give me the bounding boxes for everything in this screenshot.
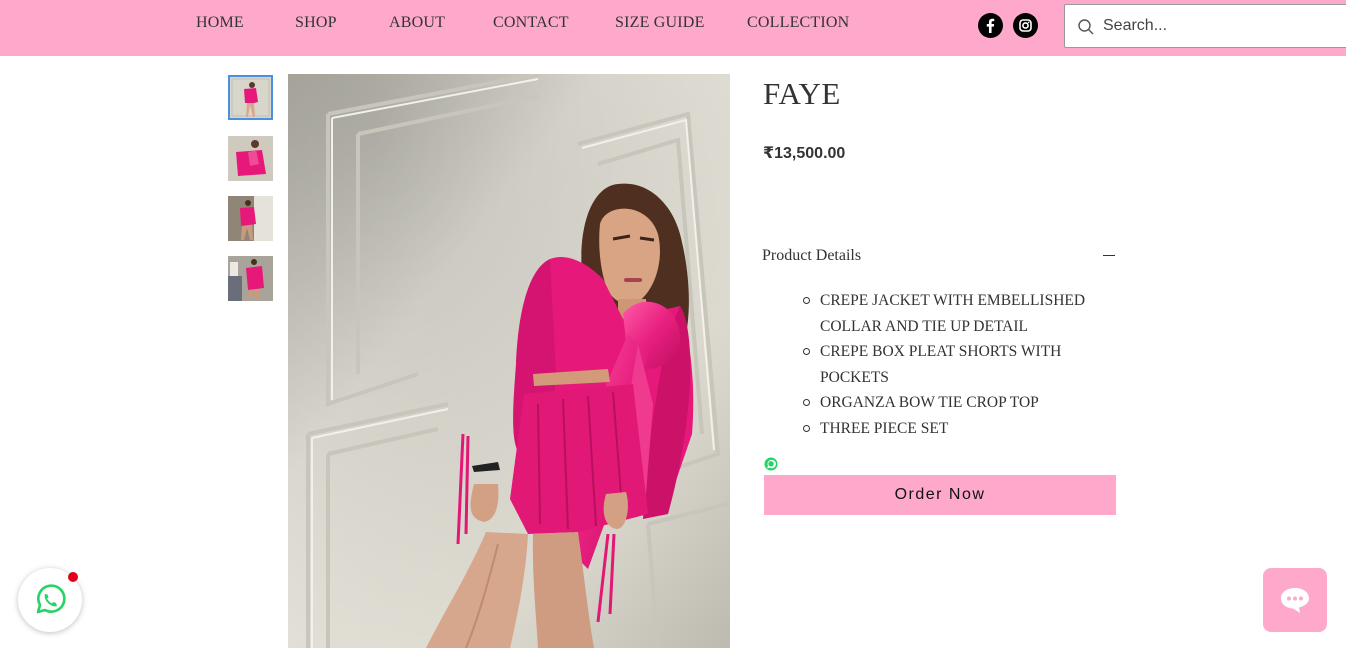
list-item: CREPE JACKET WITH EMBELLISHED COLLAR AND… — [803, 288, 1123, 339]
whatsapp-icon — [36, 584, 66, 614]
nav-about[interactable]: ABOUT — [389, 14, 445, 32]
whatsapp-share-icon[interactable] — [764, 457, 778, 471]
gallery-thumbnail-2[interactable] — [228, 136, 273, 181]
gallery-thumbnail-1[interactable] — [228, 75, 273, 120]
product-details-list: CREPE JACKET WITH EMBELLISHED COLLAR AND… — [803, 288, 1123, 441]
order-now-button[interactable]: Order Now — [764, 475, 1116, 515]
collapse-minus-icon[interactable] — [1103, 255, 1115, 256]
nav-contact[interactable]: CONTACT — [493, 14, 569, 32]
search-icon — [1078, 19, 1094, 35]
list-item: CREPE BOX PLEAT SHORTS WITH POCKETS — [803, 339, 1123, 390]
product-title: FAYE — [763, 76, 841, 111]
site-header: HOME SHOP ABOUT CONTACT SIZE GUIDE COLLE… — [0, 0, 1346, 56]
nav-shop[interactable]: SHOP — [295, 14, 337, 32]
gallery-thumbnail-4[interactable] — [228, 256, 273, 301]
chat-bubble-icon — [1281, 588, 1309, 613]
nav-size-guide[interactable]: SIZE GUIDE — [615, 14, 705, 32]
nav-collection[interactable]: COLLECTION — [747, 14, 849, 32]
chat-widget-button[interactable] — [1263, 568, 1327, 632]
notification-dot — [68, 572, 78, 582]
product-details-header[interactable]: Product Details — [762, 247, 861, 265]
search-input[interactable] — [1103, 11, 1343, 41]
product-price: ₹13,500.00 — [763, 145, 846, 162]
product-main-image[interactable] — [288, 74, 730, 648]
instagram-icon[interactable] — [1013, 13, 1038, 38]
nav-home[interactable]: HOME — [196, 14, 244, 32]
gallery-thumbnail-3[interactable] — [228, 196, 273, 241]
facebook-icon[interactable] — [978, 13, 1003, 38]
search-box[interactable] — [1064, 4, 1346, 48]
list-item: ORGANZA BOW TIE CROP TOP — [803, 390, 1123, 416]
list-item: THREE PIECE SET — [803, 416, 1123, 442]
